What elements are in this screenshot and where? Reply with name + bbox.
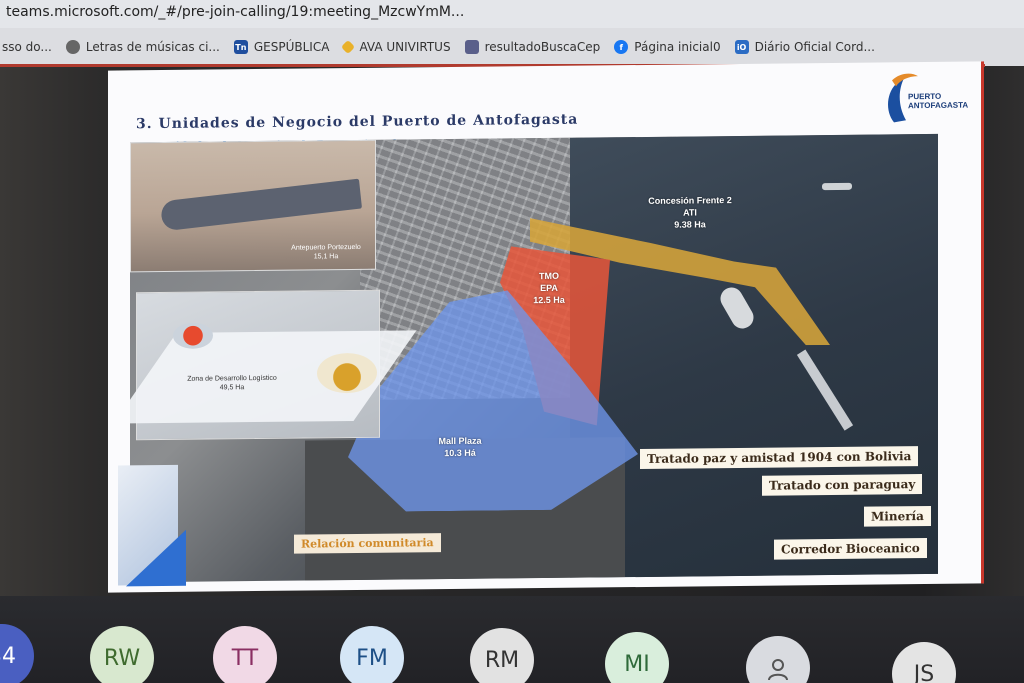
participant-avatar[interactable]: RW — [90, 626, 154, 683]
bookmark-item[interactable]: Tn GESPÚBLICA — [233, 40, 330, 54]
zone-mall-label: Mall Plaza 10.3 Há — [438, 435, 482, 459]
participant-avatar[interactable]: JS — [892, 642, 956, 683]
bookmark-label: Letras de músicas ci... — [85, 40, 220, 54]
participant-avatar[interactable]: 34 — [0, 624, 34, 683]
participant-initials: MI — [624, 652, 650, 677]
participant-initials: RM — [484, 648, 520, 673]
bookmark-label: resultadoBuscaCep — [484, 40, 601, 54]
tag-corredor: Corredor Bioceanico — [774, 538, 927, 560]
participant-avatar[interactable]: RM — [470, 628, 534, 683]
aerial-photo: Concesión Frente 2 ATI 9.38 Ha TMO EPA 1… — [130, 133, 938, 583]
participant-initials: TT — [231, 646, 259, 671]
bookmark-label: Diário Oficial Cord... — [754, 40, 875, 54]
diamond-icon — [341, 39, 356, 55]
facebook-icon: f — [614, 40, 629, 54]
bookmarks-bar: sso do... Letras de músicas ci... Tn GES… — [0, 28, 1024, 66]
zone-ati-label: Concesión Frente 2 ATI 9.38 Ha — [648, 195, 732, 230]
address-bar[interactable]: teams.microsoft.com/_#/pre-join-calling/… — [0, 0, 1024, 28]
globe-icon — [65, 40, 80, 54]
bookmark-label: sso do... — [2, 40, 52, 54]
logistica-label: Zona de Desarrollo Logístico 49,5 Ha — [187, 374, 277, 392]
antepuerto-label: Antepuerto Portezuelo 15,1 Ha — [291, 243, 361, 261]
participants-bar: 34 RW TT FM RM MI JS — [0, 596, 1024, 683]
bookmark-item[interactable]: resultadoBuscaCep — [464, 40, 601, 54]
participant-avatar[interactable]: MI — [605, 632, 669, 683]
pier-shape — [159, 178, 363, 232]
tag-tratado-bolivia: Tratado paz y amistad 1904 con Bolivia — [640, 446, 919, 470]
participant-initials: JS — [913, 662, 935, 683]
bookmark-item[interactable]: iO Diário Oficial Cord... — [734, 40, 875, 54]
corner-triangle — [126, 529, 186, 587]
shared-slide: 3. Unidades de Negocio del Puerto de Ant… — [108, 61, 984, 593]
inset-logistica: Zona de Desarrollo Logístico 49,5 Ha — [130, 289, 417, 441]
participant-initials: FM — [356, 646, 388, 671]
participant-avatar[interactable]: FM — [340, 626, 404, 683]
participant-avatar[interactable] — [746, 636, 810, 683]
url-text: teams.microsoft.com/_#/pre-join-calling/… — [6, 4, 465, 20]
tag-mineria: Minería — [864, 505, 931, 527]
io-icon: iO — [734, 40, 749, 54]
bookmark-label: Página inicial0 — [634, 40, 721, 54]
person-icon — [768, 659, 788, 681]
inset-antepuerto: Antepuerto Portezuelo 15,1 Ha — [130, 139, 376, 273]
bookmark-label: GESPÚBLICA — [253, 40, 330, 54]
participant-initials: RW — [103, 646, 141, 671]
ship-icon — [822, 182, 852, 191]
bookmark-item[interactable]: Letras de músicas ci... — [65, 40, 220, 54]
slide-title: 3. Unidades de Negocio del Puerto de Ant… — [136, 111, 579, 133]
zone-tmo-label: TMO EPA 12.5 Ha — [533, 270, 565, 306]
grid-icon — [464, 40, 479, 54]
tn-icon: Tn — [233, 40, 248, 54]
bookmark-item[interactable]: sso do... — [2, 40, 52, 54]
bookmark-item[interactable]: f Página inicial0 — [614, 40, 721, 54]
bookmark-label: AVA UNIVIRTUS — [359, 40, 451, 54]
participant-initials: 34 — [0, 644, 16, 669]
bookmark-item[interactable]: AVA UNIVIRTUS — [341, 39, 451, 55]
logo-text: PUERTO ANTOFAGASTA — [908, 91, 969, 111]
tag-comunitaria: Relación comunitaria — [294, 533, 441, 554]
tag-tratado-paraguay: Tratado con paraguay — [762, 474, 923, 496]
participant-avatar[interactable]: TT — [213, 626, 277, 683]
